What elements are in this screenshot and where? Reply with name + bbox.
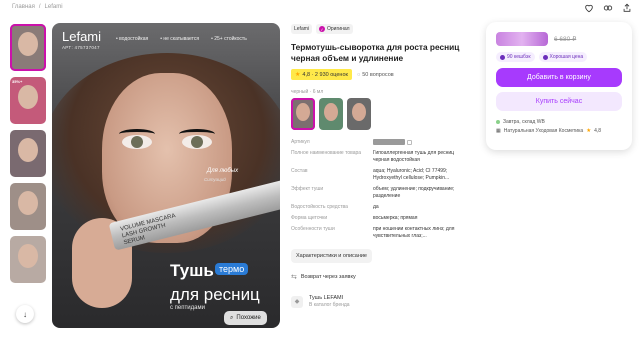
- thumbnail[interactable]: [10, 183, 46, 230]
- image-tagline: Для любых: [207, 168, 239, 174]
- breadcrumb-home[interactable]: Главная: [12, 4, 35, 10]
- product-title: Термотушь-сыворотка для роста ресниц чер…: [291, 42, 460, 63]
- add-to-cart-button[interactable]: Добавить в корзину: [496, 68, 622, 87]
- seller-info[interactable]: ▦ Натуральная Уходовая Косметика ★ 4,8: [496, 128, 622, 134]
- check-icon: ✓: [319, 26, 326, 32]
- color-swatches: [291, 98, 469, 130]
- product-info: Lefami ✓ Оригинал Термотушь-сыворотка для…: [291, 24, 469, 308]
- color-swatch[interactable]: [319, 98, 343, 130]
- brand-card[interactable]: ◆ Тушь LEFAMI В каталог бренда: [291, 295, 469, 308]
- image-tags: • водостойкая • не скатывается • 25+ сто…: [116, 36, 247, 42]
- brand-card-link[interactable]: В каталог бренда: [309, 302, 350, 308]
- promo-subtitle: для ресниц: [170, 285, 260, 304]
- share-icon[interactable]: [622, 3, 632, 13]
- article-value: [373, 139, 405, 145]
- thumbnail-list: 35%+: [10, 24, 46, 289]
- return-info[interactable]: ⇆ Возврат через заявку: [291, 273, 469, 281]
- thumbnail[interactable]: 35%+: [10, 77, 46, 124]
- old-price: 6 680 ₽: [554, 36, 577, 43]
- brand-card-name: Тушь LEFAMI: [309, 295, 344, 302]
- characteristics-button[interactable]: Характеристики и описание: [291, 249, 372, 264]
- thumbnail[interactable]: [10, 130, 46, 177]
- image-article: АРТ: 475737047: [62, 45, 100, 50]
- promo-badge: термо: [215, 263, 249, 275]
- check-icon: [542, 54, 548, 60]
- main-product-image[interactable]: VOLUME MASCARA LASH GROWTH SERUM Lefami …: [52, 23, 280, 328]
- original-chip: ✓ Оригинал: [316, 24, 353, 34]
- image-tagline-sub: Ситуаций: [204, 177, 226, 182]
- header-actions: [584, 3, 632, 13]
- brand-chip[interactable]: Lefami: [291, 24, 313, 34]
- thumbnails-down-button[interactable]: ↓: [16, 305, 34, 323]
- star-icon: ★: [295, 72, 301, 78]
- cashback-badge: 90 кешбэк: [496, 52, 535, 62]
- spec-row: Эффект туши объем; удлинение; подкручиван…: [291, 186, 455, 200]
- star-icon: ★: [586, 128, 592, 134]
- return-icon: ⇆: [291, 274, 297, 282]
- buy-panel: 6 680 ₽ 90 кешбэк Хорошая цена Добавить …: [486, 22, 632, 150]
- buy-now-button[interactable]: Купить сейчас: [496, 92, 622, 111]
- tag-icon: ◆: [291, 295, 303, 308]
- color-label: черный · 6 мл: [291, 89, 324, 95]
- compare-icon[interactable]: [603, 3, 613, 13]
- copy-icon[interactable]: [407, 139, 412, 145]
- spec-row: Состав aqua; Hyaluronic; Acid; CI 77499; …: [291, 168, 450, 182]
- thumbnail[interactable]: [10, 236, 46, 283]
- shop-icon: ▦: [496, 128, 501, 134]
- thumbnail[interactable]: [10, 24, 46, 71]
- spec-row: Артикул: [291, 139, 469, 146]
- delivery-dot-icon: [496, 120, 500, 124]
- color-swatch[interactable]: [291, 98, 315, 130]
- similar-button[interactable]: ⌕ Похожие: [224, 311, 267, 325]
- promo-title: Тушь: [170, 261, 214, 280]
- spec-row: Особенности туши при ношении контактных л…: [291, 226, 455, 240]
- heart-icon[interactable]: [584, 3, 594, 13]
- spec-row: Водостойкость средства да: [291, 204, 379, 211]
- delivery-info: Завтра, склад WB: [496, 119, 622, 125]
- questions-link[interactable]: ◌ 50 вопросов: [357, 72, 394, 78]
- arrow-down-icon: ↓: [23, 309, 27, 319]
- breadcrumb-separator: /: [38, 4, 41, 10]
- specs-table: Артикул Полное наименование товара Гипоал…: [291, 139, 469, 240]
- color-swatch[interactable]: [347, 98, 371, 130]
- breadcrumb: Главная / Lefami: [12, 4, 63, 10]
- promo-note: с пептидами: [170, 305, 205, 311]
- good-price-badge: Хорошая цена: [538, 52, 588, 62]
- spec-row: Полное наименование товара Гипоаллергенна…: [291, 150, 455, 164]
- current-price: [496, 32, 548, 46]
- image-brand: Lefami: [62, 29, 102, 44]
- question-icon: ◌: [356, 71, 361, 78]
- coin-icon: [500, 54, 505, 60]
- spec-row: Форма щеточки восьмерка; прямая: [291, 215, 418, 222]
- rating[interactable]: ★ 4,8 · 2 930 оценок: [291, 69, 352, 80]
- search-icon: ⌕: [230, 314, 234, 321]
- breadcrumb-brand[interactable]: Lefami: [45, 4, 63, 10]
- product-page: Главная / Lefami 35%+ ↓ VOLUME MASCARA L…: [0, 0, 640, 340]
